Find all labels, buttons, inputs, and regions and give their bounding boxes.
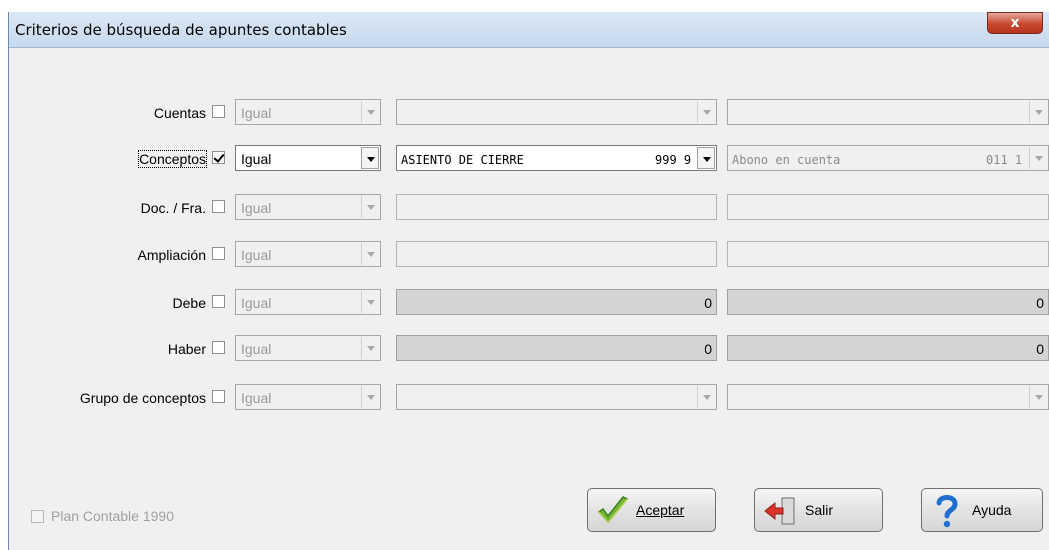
row-grupo-conceptos: Grupo de conceptos Igual (9, 384, 1049, 412)
chevron-down-icon[interactable] (697, 101, 715, 123)
exit-button[interactable]: Salir (754, 488, 883, 532)
doc-fra-operator-value: Igual (241, 200, 272, 216)
cuentas-label: Cuentas (153, 105, 206, 121)
haber-from-value: 0 (704, 341, 712, 357)
debe-checkbox[interactable] (212, 295, 225, 308)
chevron-down-icon[interactable] (361, 386, 379, 408)
debe-operator-select[interactable]: Igual (235, 289, 381, 315)
close-button[interactable]: x (987, 12, 1043, 34)
conceptos-to-name: Abono en cuenta (732, 153, 841, 167)
chevron-down-icon[interactable] (361, 337, 379, 359)
haber-to-value: 0 (1036, 341, 1044, 357)
conceptos-to-code: 011 1 (986, 153, 1023, 167)
grupo-conceptos-from-select[interactable] (396, 384, 717, 410)
grupo-conceptos-checkbox[interactable] (212, 390, 225, 403)
cuentas-operator-select[interactable]: Igual (235, 99, 381, 125)
grupo-conceptos-operator-value: Igual (241, 390, 272, 406)
ampliacion-label: Ampliación (137, 247, 206, 263)
doc-fra-label: Doc. / Fra. (140, 200, 206, 216)
debe-to-value: 0 (1036, 295, 1044, 311)
help-icon (936, 495, 958, 528)
debe-label: Debe (172, 295, 206, 311)
conceptos-operator-select[interactable]: Igual (235, 145, 381, 171)
row-debe: Debe Igual 0 0 (9, 289, 1049, 317)
conceptos-from-name: ASIENTO DE CIERRE (401, 153, 524, 167)
haber-operator-value: Igual (241, 341, 272, 357)
cuentas-checkbox[interactable] (212, 105, 225, 118)
ampliacion-operator-value: Igual (241, 247, 272, 263)
chevron-down-icon[interactable] (697, 386, 715, 408)
debe-from-field[interactable]: 0 (396, 289, 717, 315)
row-ampliacion: Ampliación Igual (9, 241, 1049, 269)
cuentas-to-select[interactable] (727, 99, 1049, 125)
help-button[interactable]: Ayuda (921, 488, 1043, 532)
doc-fra-from-field[interactable] (396, 194, 717, 220)
ampliacion-checkbox[interactable] (212, 247, 225, 260)
plan-contable-label: Plan Contable 1990 (51, 508, 174, 524)
cuentas-operator-value: Igual (241, 105, 272, 121)
doc-fra-operator-select[interactable]: Igual (235, 194, 381, 220)
ampliacion-to-field[interactable] (727, 241, 1049, 267)
haber-checkbox[interactable] (212, 341, 225, 354)
chevron-down-icon[interactable] (361, 101, 379, 123)
window-title: Criterios de búsqueda de apuntes contabl… (15, 21, 347, 39)
conceptos-operator-value: Igual (241, 151, 272, 167)
conceptos-from-code: 999 9 (655, 153, 692, 167)
accept-button[interactable]: Aceptar (587, 488, 716, 532)
grupo-conceptos-operator-select[interactable]: Igual (235, 384, 381, 410)
search-criteria-dialog: Criterios de búsqueda de apuntes contabl… (8, 12, 1049, 550)
chevron-down-icon[interactable] (697, 147, 715, 169)
doc-fra-checkbox[interactable] (212, 200, 225, 213)
grupo-conceptos-label: Grupo de conceptos (79, 390, 206, 406)
help-label: Ayuda (972, 502, 1012, 518)
chevron-down-icon[interactable] (361, 147, 379, 169)
debe-to-field[interactable]: 0 (727, 289, 1049, 315)
conceptos-checkbox[interactable] (212, 151, 225, 164)
haber-operator-select[interactable]: Igual (235, 335, 381, 361)
conceptos-label: Conceptos (138, 150, 207, 168)
debe-from-value: 0 (704, 295, 712, 311)
haber-from-field[interactable]: 0 (396, 335, 717, 361)
title-bar[interactable]: Criterios de búsqueda de apuntes contabl… (9, 12, 1049, 48)
close-icon: x (1010, 15, 1020, 31)
chevron-down-icon[interactable] (1029, 147, 1047, 169)
row-haber: Haber Igual 0 0 (9, 335, 1049, 363)
conceptos-to-select[interactable]: Abono en cuenta 011 1 (727, 145, 1049, 171)
accept-label: Aceptar (636, 502, 685, 518)
row-cuentas: Cuentas Igual (9, 99, 1049, 127)
ampliacion-operator-select[interactable]: Igual (235, 241, 381, 267)
plan-contable-checkbox[interactable] (31, 510, 44, 523)
row-doc-fra: Doc. / Fra. Igual (9, 194, 1049, 222)
chevron-down-icon[interactable] (1029, 386, 1047, 408)
cuentas-from-select[interactable] (396, 99, 717, 125)
ampliacion-from-field[interactable] (396, 241, 717, 267)
chevron-down-icon[interactable] (1029, 101, 1047, 123)
haber-label: Haber (167, 341, 206, 357)
chevron-down-icon[interactable] (361, 196, 379, 218)
doc-fra-to-field[interactable] (727, 194, 1049, 220)
grupo-conceptos-to-select[interactable] (727, 384, 1049, 410)
exit-label: Salir (805, 502, 834, 518)
row-conceptos: Conceptos Igual ASIENTO DE CIERRE 999 9 … (9, 145, 1049, 173)
chevron-down-icon[interactable] (361, 243, 379, 265)
conceptos-from-select[interactable]: ASIENTO DE CIERRE 999 9 (396, 145, 717, 171)
exit-door-icon (764, 497, 795, 525)
chevron-down-icon[interactable] (361, 291, 379, 313)
debe-operator-value: Igual (241, 295, 272, 311)
haber-to-field[interactable]: 0 (727, 335, 1049, 361)
checkmark-icon (597, 496, 629, 524)
